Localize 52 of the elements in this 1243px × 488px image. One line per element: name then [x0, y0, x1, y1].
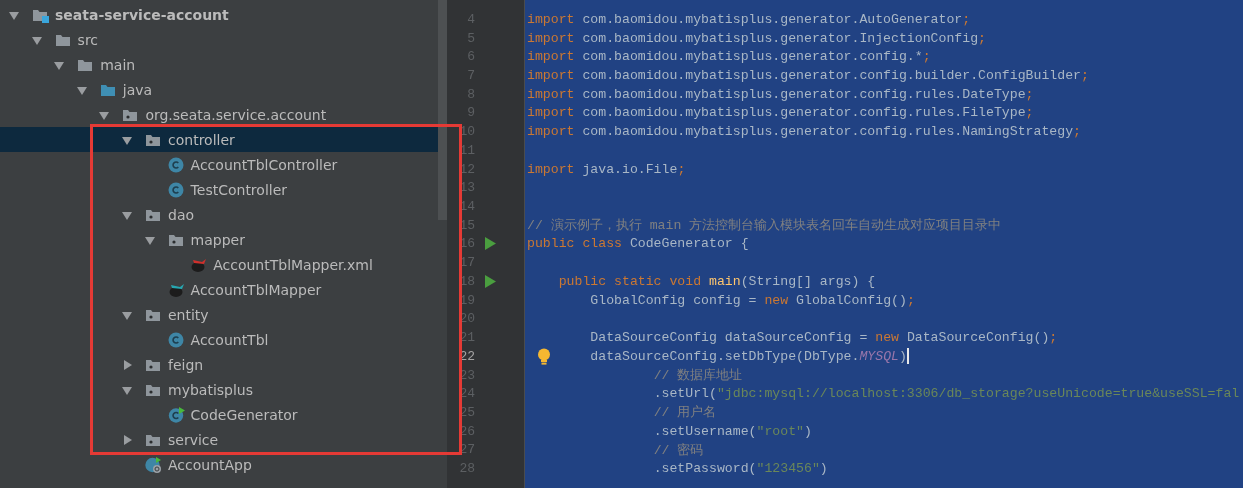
run-icon[interactable]	[484, 237, 496, 251]
scrollbar-thumb[interactable]	[438, 0, 447, 220]
code-line: .setPassword("123456")	[653, 461, 828, 477]
code-line: DataSourceConfig dataSourceConfig = new DataSourceConfig();	[590, 330, 1058, 346]
code-line: import com.baomidou.mybatisplus.generator.config.rules.FileType;	[527, 105, 1034, 121]
tree-item[interactable]: TestController	[143, 177, 288, 202]
tree-item[interactable]: AccountApp	[121, 452, 252, 477]
expand-arrow-icon[interactable]	[121, 358, 133, 371]
code-line: import com.baomidou.mybatisplus.generator.AutoGenerator;	[527, 11, 971, 27]
code-line: .setUsername("root")	[653, 423, 812, 439]
tree-item[interactable]: mapper	[143, 227, 245, 252]
tree-item[interactable]: main	[53, 52, 136, 77]
code-line: public static void main(String[] args) {	[558, 273, 876, 289]
tree-item[interactable]: controller	[121, 127, 235, 152]
tree-item[interactable]: src	[30, 27, 99, 52]
tree-item[interactable]: seata-service-account	[8, 2, 229, 27]
class-icon	[167, 181, 185, 198]
tree-item[interactable]: service	[121, 427, 219, 452]
run-icon[interactable]	[484, 274, 496, 288]
bird-icon	[190, 256, 208, 273]
code-line: public class CodeGenerator {	[527, 236, 749, 252]
code-line: // 数据库地址	[653, 367, 743, 384]
app-class-icon	[145, 456, 162, 473]
bird-icon	[167, 281, 185, 298]
code-line: // 密码	[653, 441, 704, 459]
code-line: import java.io.File;	[527, 161, 686, 177]
tree-item[interactable]: AccountTblMapper.xml	[166, 252, 373, 277]
code-line: import com.baomidou.mybatisplus.generator.InjectionConfig;	[527, 30, 986, 46]
tree-item[interactable]: AccountTblMapper	[143, 277, 322, 302]
code-line: import com.baomidou.mybatisplus.generator.config.builder.ConfigBuilder;	[527, 68, 1089, 83]
lightbulb-icon[interactable]	[537, 347, 551, 365]
tree-item[interactable]: CodeGenerator	[143, 402, 298, 427]
code-line: GlobalConfig config = new GlobalConfig();	[590, 292, 915, 308]
code-line: .setUrl("jdbc:mysql://localhost:3306/db_storage?useUnicode=true&useSSL=fal	[653, 386, 1240, 402]
tree-item[interactable]: feign	[121, 352, 204, 377]
tree-item[interactable]: org.seata.service.account	[98, 102, 327, 127]
code-line: dataSourceConfig.setDbType(DbType.MYSQL)	[590, 348, 907, 364]
code-line: import com.baomidou.mybatisplus.generator.config.*;	[527, 49, 931, 65]
class-icon	[167, 406, 185, 423]
code-line: import com.baomidou.mybatisplus.generator.config.rules.NamingStrategy;	[527, 124, 1081, 140]
class-icon	[167, 156, 185, 173]
tree-item[interactable]: mybatisplus	[121, 377, 253, 402]
expand-arrow-icon[interactable]	[121, 433, 133, 446]
code-line: import com.baomidou.mybatisplus.generator.config.rules.DateType;	[527, 86, 1034, 102]
class-icon	[167, 331, 185, 348]
code-line: // 用户名	[653, 404, 717, 422]
tree-item[interactable]: AccountTbl	[143, 327, 269, 352]
tree-item[interactable]: java	[75, 77, 153, 102]
tree-item[interactable]: dao	[121, 202, 195, 227]
code-line: // 演示例子，执行 main 方法控制台输入模块表名回车自动生成对应项目目录中	[527, 217, 1002, 235]
tree-item[interactable]: AccountTblController	[143, 152, 338, 177]
tree-item[interactable]: entity	[121, 302, 209, 327]
